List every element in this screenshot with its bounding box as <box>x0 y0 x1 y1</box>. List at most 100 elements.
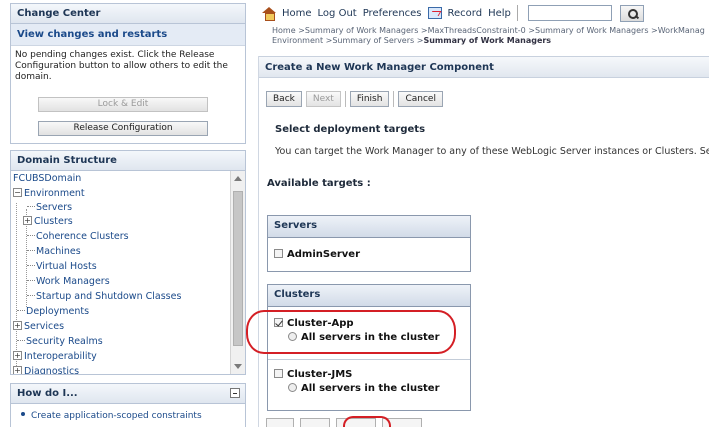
cancel-button[interactable]: Cancel <box>398 91 443 107</box>
search-input[interactable] <box>527 5 612 21</box>
tree-item-services[interactable]: + Services <box>13 320 64 333</box>
how-do-i-title: How do I... <box>11 384 245 404</box>
tree-item-environment[interactable]: − Environment <box>13 187 85 200</box>
available-targets-label: Available targets : <box>267 178 371 189</box>
cluster-name: Cluster-JMS <box>287 369 353 380</box>
tree-item-deployments[interactable]: Deployments <box>17 305 89 318</box>
bottom-next-button[interactable] <box>300 418 330 427</box>
tree-item-interoperability[interactable]: + Interoperability <box>13 350 97 363</box>
left-column: Change Center View changes and restarts … <box>0 0 246 427</box>
server-name: AdminServer <box>287 249 361 260</box>
tree-item-label: Servers <box>36 202 73 213</box>
search-button[interactable] <box>619 4 644 22</box>
servers-table-header: Servers <box>268 216 470 238</box>
server-option[interactable]: AdminServer <box>274 249 360 260</box>
domain-tree: FCUBSDomain − Environment Servers + Cluste… <box>11 171 226 374</box>
tree-item-label: Services <box>24 321 65 332</box>
scroll-up-icon[interactable] <box>234 176 242 181</box>
finish-button[interactable]: Finish <box>349 91 390 107</box>
all-servers-radio[interactable] <box>288 383 297 392</box>
page-title: Create a New Work Manager Component <box>259 56 709 78</box>
tree-connector <box>27 235 35 236</box>
tree-item-coherence-clusters[interactable]: Coherence Clusters <box>27 230 129 243</box>
tree-item-servers[interactable]: Servers <box>27 201 72 214</box>
tree-item-label: Work Managers <box>36 276 110 287</box>
change-center-message: No pending changes exist. Click the Rele… <box>15 50 228 82</box>
tree-item-label: Interoperability <box>24 351 97 362</box>
expand-icon[interactable]: + <box>13 351 22 360</box>
tree-connector <box>27 295 35 296</box>
cluster-scope-label: All servers in the cluster <box>301 383 440 394</box>
highlight-finish-ring <box>343 416 391 427</box>
minimize-icon[interactable] <box>230 388 240 398</box>
tree-item-label: Machines <box>36 246 81 257</box>
back-button[interactable]: Back <box>266 91 302 107</box>
main-content: Create a New Work Manager Component Back… <box>258 56 709 427</box>
top-toolbar: Home Log Out Preferences Record Help <box>262 3 650 23</box>
bullet-icon <box>21 412 25 416</box>
expand-icon[interactable]: + <box>23 216 32 225</box>
how-do-i-link[interactable]: Create application-scoped constraints <box>31 411 202 421</box>
expand-icon[interactable]: + <box>13 366 22 374</box>
home-link[interactable]: Home <box>282 8 312 19</box>
release-configuration-button[interactable]: Release Configuration <box>38 121 208 136</box>
breadcrumb-line-1[interactable]: Home >Summary of Work Managers >MaxThrea… <box>272 26 709 36</box>
tree-item-label: Coherence Clusters <box>36 231 129 242</box>
tree-item-root[interactable]: FCUBSDomain <box>13 172 81 185</box>
tree-item-security-realms[interactable]: Security Realms <box>17 335 103 348</box>
wizard-button-bar: Back Next Finish Cancel <box>266 91 447 107</box>
breadcrumb: Home >Summary of Work Managers >MaxThrea… <box>272 26 709 46</box>
tree-item-work-managers[interactable]: Work Managers <box>27 275 110 288</box>
tree-item-clusters[interactable]: + Clusters <box>23 215 73 228</box>
domain-structure-title: Domain Structure <box>11 151 245 171</box>
button-divider <box>344 91 346 107</box>
button-divider <box>393 91 395 107</box>
tree-item-virtual-hosts[interactable]: Virtual Hosts <box>27 260 97 273</box>
adminserver-checkbox[interactable] <box>274 249 283 258</box>
next-button[interactable]: Next <box>305 91 341 107</box>
tree-item-startup-shutdown[interactable]: Startup and Shutdown Classes <box>27 290 181 303</box>
lock-edit-button[interactable]: Lock & Edit <box>38 97 208 112</box>
breadcrumb-current: Summary of Work Managers <box>423 36 552 45</box>
tree-item-diagnostics[interactable]: + Diagnostics <box>13 365 79 374</box>
domain-structure-panel: Domain Structure FCUBSDomain − Environmen… <box>10 150 246 375</box>
tree-connector <box>27 206 35 207</box>
table-row: Cluster-JMS All servers in the cluster <box>268 360 470 410</box>
breadcrumb-links[interactable]: Environment >Summary of Servers > <box>272 36 423 45</box>
section-description: You can target the Work Manager to any o… <box>275 146 709 157</box>
breadcrumb-line-2: Environment >Summary of Servers >Summary… <box>272 36 709 46</box>
tree-connector <box>17 310 25 311</box>
scroll-down-icon[interactable] <box>234 364 242 369</box>
tree-item-machines[interactable]: Machines <box>27 245 81 258</box>
cluster-scope-option[interactable]: All servers in the cluster <box>288 383 440 394</box>
tree-connector <box>17 340 25 341</box>
highlight-ellipse <box>246 310 456 354</box>
how-do-i-title-text: How do I... <box>17 388 78 399</box>
tree-scrollbar[interactable] <box>230 171 245 374</box>
scroll-thumb[interactable] <box>233 191 243 346</box>
servers-table: Servers AdminServer <box>267 215 471 272</box>
change-center-title: Change Center <box>11 4 245 24</box>
tree-connector <box>27 250 35 251</box>
tree-connector <box>27 280 35 281</box>
logout-link[interactable]: Log Out <box>318 8 357 19</box>
record-icon[interactable] <box>427 7 442 19</box>
how-do-i-item[interactable]: Create application-scoped constraints <box>11 404 245 421</box>
how-do-i-panel: How do I... Create application-scoped co… <box>10 383 246 427</box>
view-changes-link[interactable]: View changes and restarts <box>11 24 245 46</box>
cluster-jms-checkbox[interactable] <box>274 369 283 378</box>
change-center-panel: Change Center View changes and restarts … <box>10 3 246 144</box>
collapse-icon[interactable]: − <box>13 188 22 197</box>
bottom-back-button[interactable] <box>266 418 294 427</box>
record-link[interactable]: Record <box>448 8 483 19</box>
preferences-link[interactable]: Preferences <box>363 8 422 19</box>
table-row: AdminServer <box>268 238 470 271</box>
tree-item-label: Clusters <box>34 216 73 227</box>
tree-item-label: Deployments <box>26 306 90 317</box>
home-icon[interactable] <box>262 7 276 21</box>
tree-item-label: Virtual Hosts <box>36 261 97 272</box>
cluster-option[interactable]: Cluster-JMS <box>274 369 352 380</box>
expand-icon[interactable]: + <box>13 321 22 330</box>
toolbar-divider <box>516 5 518 21</box>
help-link[interactable]: Help <box>488 8 511 19</box>
